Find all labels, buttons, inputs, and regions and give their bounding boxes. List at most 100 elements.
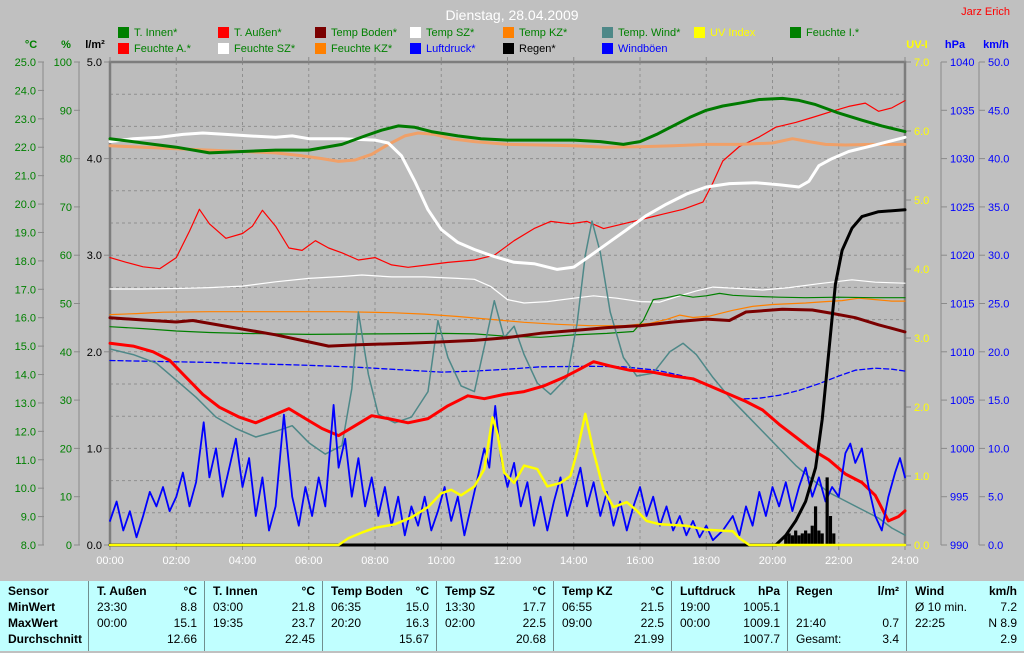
hpa-tick-label: 995 bbox=[950, 492, 968, 504]
legend-label: Temp KZ* bbox=[519, 27, 568, 39]
table-row-label: Durchschnitt bbox=[0, 631, 88, 647]
table-column-luftdruck: Luftdruck hPa 19:00 1005.1 00:00 1009.1 1007.7 bbox=[671, 581, 787, 651]
table-max-row-label: 21:40 bbox=[796, 616, 827, 630]
table-column-temp-kz: Temp KZ °C 06:55 21.5 09:00 22.5 21.99 bbox=[553, 581, 671, 651]
table-max-row-value: 22.5 bbox=[640, 616, 664, 630]
celsius-tick-label: 22.0 bbox=[15, 142, 36, 154]
kmh-tick-label: 30.0 bbox=[988, 250, 1009, 262]
legend-swatch-icon bbox=[602, 43, 613, 54]
percent-tick-label: 60 bbox=[60, 250, 72, 262]
kmh-tick-label: 5.0 bbox=[988, 492, 1003, 504]
table-column-header-value: °C bbox=[183, 584, 197, 598]
legend-label: Feuchte A.* bbox=[134, 43, 191, 55]
axis-header-hpa: hPa bbox=[944, 39, 966, 51]
table-max-row: 02:00 22.5 bbox=[437, 615, 553, 631]
table-min-row-value: 21.8 bbox=[291, 600, 315, 614]
table-avg-row-value: 12.66 bbox=[166, 632, 197, 646]
table-max-row: 22:25 N 8.9 bbox=[907, 615, 1024, 631]
kmh-tick-label: 10.0 bbox=[988, 443, 1009, 455]
table-header-sensor-label: Sensor bbox=[8, 584, 49, 598]
legend-swatch-icon bbox=[410, 27, 421, 38]
weather-app-window: Dienstag, 28.04.2009 Jarz Erich T. Innen… bbox=[0, 0, 1024, 653]
axis-header-: % bbox=[61, 39, 71, 51]
legend-label: Feuchte KZ* bbox=[331, 43, 393, 55]
percent-tick-label: 0 bbox=[66, 540, 72, 552]
table-column-t-au-en: T. Außen °C 23:30 8.8 00:00 15.1 12.66 bbox=[88, 581, 204, 651]
table-avg-row-value: 1007.7 bbox=[743, 632, 780, 646]
legend-item-temp-sz-: Temp SZ* bbox=[410, 27, 474, 39]
legend-label: Luftdruck* bbox=[426, 43, 476, 55]
hpa-tick-label: 990 bbox=[950, 540, 968, 552]
lm2-tick-label: 4.0 bbox=[87, 154, 102, 166]
table-avg-row-value: 20.68 bbox=[515, 632, 546, 646]
legend-label: Temp. Wind* bbox=[618, 27, 681, 39]
hpa-tick-label: 1020 bbox=[950, 250, 974, 262]
legend-item-feuchte-i-: Feuchte I.* bbox=[790, 27, 859, 39]
legend-item-temp-wind-: Temp. Wind* bbox=[602, 27, 680, 39]
uvi-tick-label: 4.0 bbox=[914, 264, 929, 276]
table-max-row: 00:00 15.1 bbox=[89, 615, 204, 631]
hpa-tick-label: 1015 bbox=[950, 299, 974, 311]
x-tick-label: 08:00 bbox=[361, 555, 389, 567]
hpa-tick-label: 1030 bbox=[950, 154, 974, 166]
table-max-row: 20:20 16.3 bbox=[323, 615, 436, 631]
table-column-header: Luftdruck hPa bbox=[672, 583, 787, 599]
celsius-tick-label: 23.0 bbox=[15, 114, 36, 126]
lm2-tick-label: 1.0 bbox=[87, 443, 102, 455]
legend-item-uv-index: UV Index bbox=[694, 27, 755, 39]
table-min-row: 06:35 15.0 bbox=[323, 599, 436, 615]
table-max-row-label: 00:00 bbox=[97, 616, 128, 630]
table-column-header: Temp KZ °C bbox=[554, 583, 671, 599]
table-label-column: Sensor MinWert MaxWert Durchschnitt bbox=[0, 581, 88, 651]
legend-label: T. Außen* bbox=[234, 27, 282, 39]
table-column-header-value: hPa bbox=[757, 584, 780, 598]
table-avg-row: Gesamt: 3.4 bbox=[788, 631, 906, 647]
celsius-tick-label: 14.0 bbox=[15, 370, 36, 382]
table-min-row: 03:00 21.8 bbox=[205, 599, 322, 615]
rain-bar bbox=[804, 530, 808, 545]
table-max-row: 09:00 22.5 bbox=[554, 615, 671, 631]
rain-bar bbox=[790, 535, 794, 545]
legend-swatch-icon bbox=[315, 27, 326, 38]
table-avg-row: 21.99 bbox=[554, 631, 671, 647]
table-avg-row-label: Gesamt: bbox=[796, 632, 842, 646]
axis-header-lm: l/m² bbox=[85, 39, 105, 51]
table-column-header-value: °C bbox=[532, 584, 546, 598]
table-min-row-value: 21.5 bbox=[640, 600, 664, 614]
celsius-tick-label: 9.0 bbox=[21, 512, 36, 524]
legend-item-feuchte-a-: Feuchte A.* bbox=[118, 43, 191, 55]
table-min-row: 06:55 21.5 bbox=[554, 599, 671, 615]
x-tick-label: 04:00 bbox=[229, 555, 257, 567]
x-tick-label: 14:00 bbox=[560, 555, 588, 567]
legend-item-temp-kz-: Temp KZ* bbox=[503, 27, 567, 39]
table-row-label-label: Durchschnitt bbox=[8, 632, 83, 646]
rain-bar bbox=[813, 506, 818, 545]
legend-label: UV Index bbox=[710, 27, 756, 39]
rain-bar bbox=[794, 530, 798, 545]
uvi-tick-label: 3.0 bbox=[914, 333, 929, 345]
axis-header-c: °C bbox=[24, 39, 38, 51]
celsius-tick-label: 24.0 bbox=[15, 85, 36, 97]
page-title: Dienstag, 28.04.2009 bbox=[445, 7, 579, 23]
table-row-label: MinWert bbox=[0, 599, 88, 615]
legend-swatch-icon bbox=[118, 43, 129, 54]
table-min-row-label: 06:35 bbox=[331, 600, 362, 614]
x-tick-label: 02:00 bbox=[162, 555, 190, 567]
celsius-tick-label: 19.0 bbox=[15, 227, 36, 239]
hpa-tick-label: 1035 bbox=[950, 105, 974, 117]
table-column-temp-sz: Temp SZ °C 13:30 17.7 02:00 22.5 20.68 bbox=[436, 581, 553, 651]
table-column-header: Temp Boden °C bbox=[323, 583, 436, 599]
x-tick-label: 24:00 bbox=[891, 555, 919, 567]
table-column-header-label: Temp KZ bbox=[562, 584, 613, 598]
table-column-header-label: Temp SZ bbox=[445, 584, 495, 598]
legend-label: Feuchte SZ* bbox=[234, 43, 296, 55]
table-row-label: MaxWert bbox=[0, 615, 88, 631]
table-row-label-label: MaxWert bbox=[8, 616, 58, 630]
legend-item-feuchte-kz-: Feuchte KZ* bbox=[315, 43, 392, 55]
legend-label: Temp Boden* bbox=[331, 27, 398, 39]
percent-tick-label: 10 bbox=[60, 492, 72, 504]
table-column-header-label: Luftdruck bbox=[680, 584, 736, 598]
table-row-label-label: MinWert bbox=[8, 600, 56, 614]
percent-tick-label: 100 bbox=[54, 57, 72, 69]
x-tick-label: 10:00 bbox=[427, 555, 455, 567]
